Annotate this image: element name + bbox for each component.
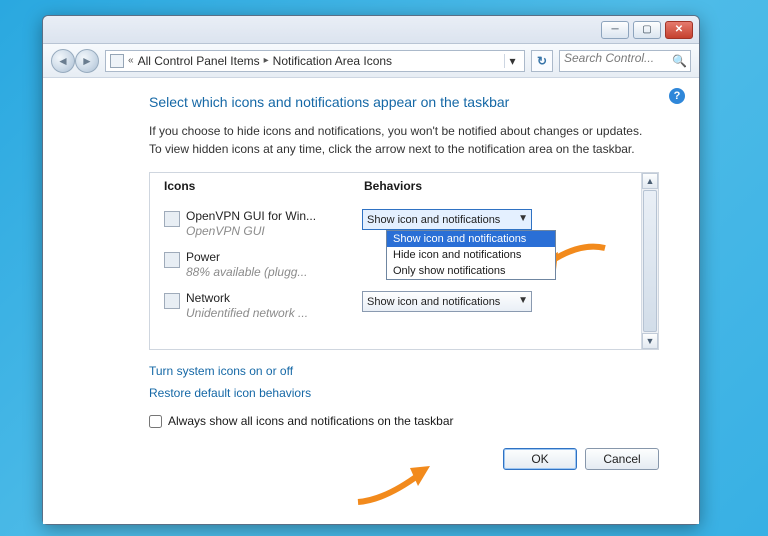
- chevron-right-icon: ▸: [264, 55, 269, 66]
- scroll-up-button[interactable]: ▲: [642, 173, 658, 189]
- close-button[interactable]: ✕: [665, 21, 693, 39]
- address-bar[interactable]: « All Control Panel Items ▸ Notification…: [105, 50, 525, 72]
- nav-back-button[interactable]: ◄: [51, 49, 75, 73]
- select-value: Show icon and notifications: [367, 214, 500, 226]
- item-name: Power: [186, 250, 362, 264]
- control-panel-window: ─ ▢ ✕ ◄ ► « All Control Panel Items ▸ No…: [42, 15, 700, 525]
- navbar: ◄ ► « All Control Panel Items ▸ Notifica…: [43, 44, 699, 78]
- col-icons: Icons: [164, 179, 364, 193]
- scroll-thumb[interactable]: [643, 190, 657, 332]
- chevron-down-icon: ▼: [518, 295, 528, 306]
- scroll-down-button[interactable]: ▼: [642, 333, 658, 349]
- chevron-down-icon: ▼: [518, 213, 528, 224]
- ok-button[interactable]: OK: [503, 448, 577, 470]
- page-description: If you choose to hide icons and notifica…: [149, 122, 649, 158]
- behavior-select[interactable]: Show icon and notifications ▼: [362, 291, 532, 312]
- item-sub: OpenVPN GUI: [186, 224, 362, 238]
- power-icon: [164, 252, 180, 268]
- always-show-checkbox[interactable]: [149, 415, 162, 428]
- search-input[interactable]: Search Control... 🔍: [559, 50, 691, 72]
- checkbox-label: Always show all icons and notifications …: [168, 414, 454, 428]
- nav-forward-button[interactable]: ►: [75, 49, 99, 73]
- item-sub: 88% available (plugg...: [186, 265, 362, 279]
- breadcrumb-current[interactable]: Notification Area Icons: [273, 54, 392, 68]
- scrollbar[interactable]: ▲ ▼: [641, 173, 658, 349]
- maximize-button[interactable]: ▢: [633, 21, 661, 39]
- behavior-dropdown: Show icon and notifications Hide icon an…: [386, 230, 556, 280]
- item-sub: Unidentified network ...: [186, 306, 362, 320]
- cancel-button[interactable]: Cancel: [585, 448, 659, 470]
- item-name: Network: [186, 291, 362, 305]
- dropdown-option[interactable]: Hide icon and notifications: [387, 247, 555, 263]
- col-behaviors: Behaviors: [364, 179, 422, 193]
- behavior-select[interactable]: Show icon and notifications ▼: [362, 209, 532, 230]
- control-panel-icon: [110, 54, 124, 68]
- refresh-button[interactable]: ↻: [531, 50, 553, 72]
- icons-panel: Icons Behaviors OpenVPN GUI for Win... O…: [149, 172, 659, 350]
- search-icon: 🔍: [672, 54, 687, 68]
- page-title: Select which icons and notifications app…: [149, 94, 679, 110]
- breadcrumb-root[interactable]: All Control Panel Items: [138, 54, 260, 68]
- titlebar: ─ ▢ ✕: [43, 16, 699, 44]
- dropdown-option[interactable]: Show icon and notifications: [387, 231, 555, 247]
- link-system-icons[interactable]: Turn system icons on or off: [149, 364, 293, 378]
- network-icon: [164, 293, 180, 309]
- help-icon[interactable]: ?: [669, 88, 685, 104]
- table-row: Network Unidentified network ... Show ic…: [164, 291, 629, 320]
- item-name: OpenVPN GUI for Win...: [186, 209, 362, 223]
- breadcrumb-sep: «: [128, 55, 134, 66]
- search-placeholder: Search Control...: [564, 51, 654, 65]
- dropdown-option[interactable]: Only show notifications: [387, 263, 555, 279]
- content-pane: ? Select which icons and notifications a…: [43, 78, 699, 524]
- app-icon: [164, 211, 180, 227]
- select-value: Show icon and notifications: [367, 296, 500, 308]
- link-restore-defaults[interactable]: Restore default icon behaviors: [149, 386, 311, 400]
- address-dropdown-icon[interactable]: ▾: [504, 54, 520, 68]
- minimize-button[interactable]: ─: [601, 21, 629, 39]
